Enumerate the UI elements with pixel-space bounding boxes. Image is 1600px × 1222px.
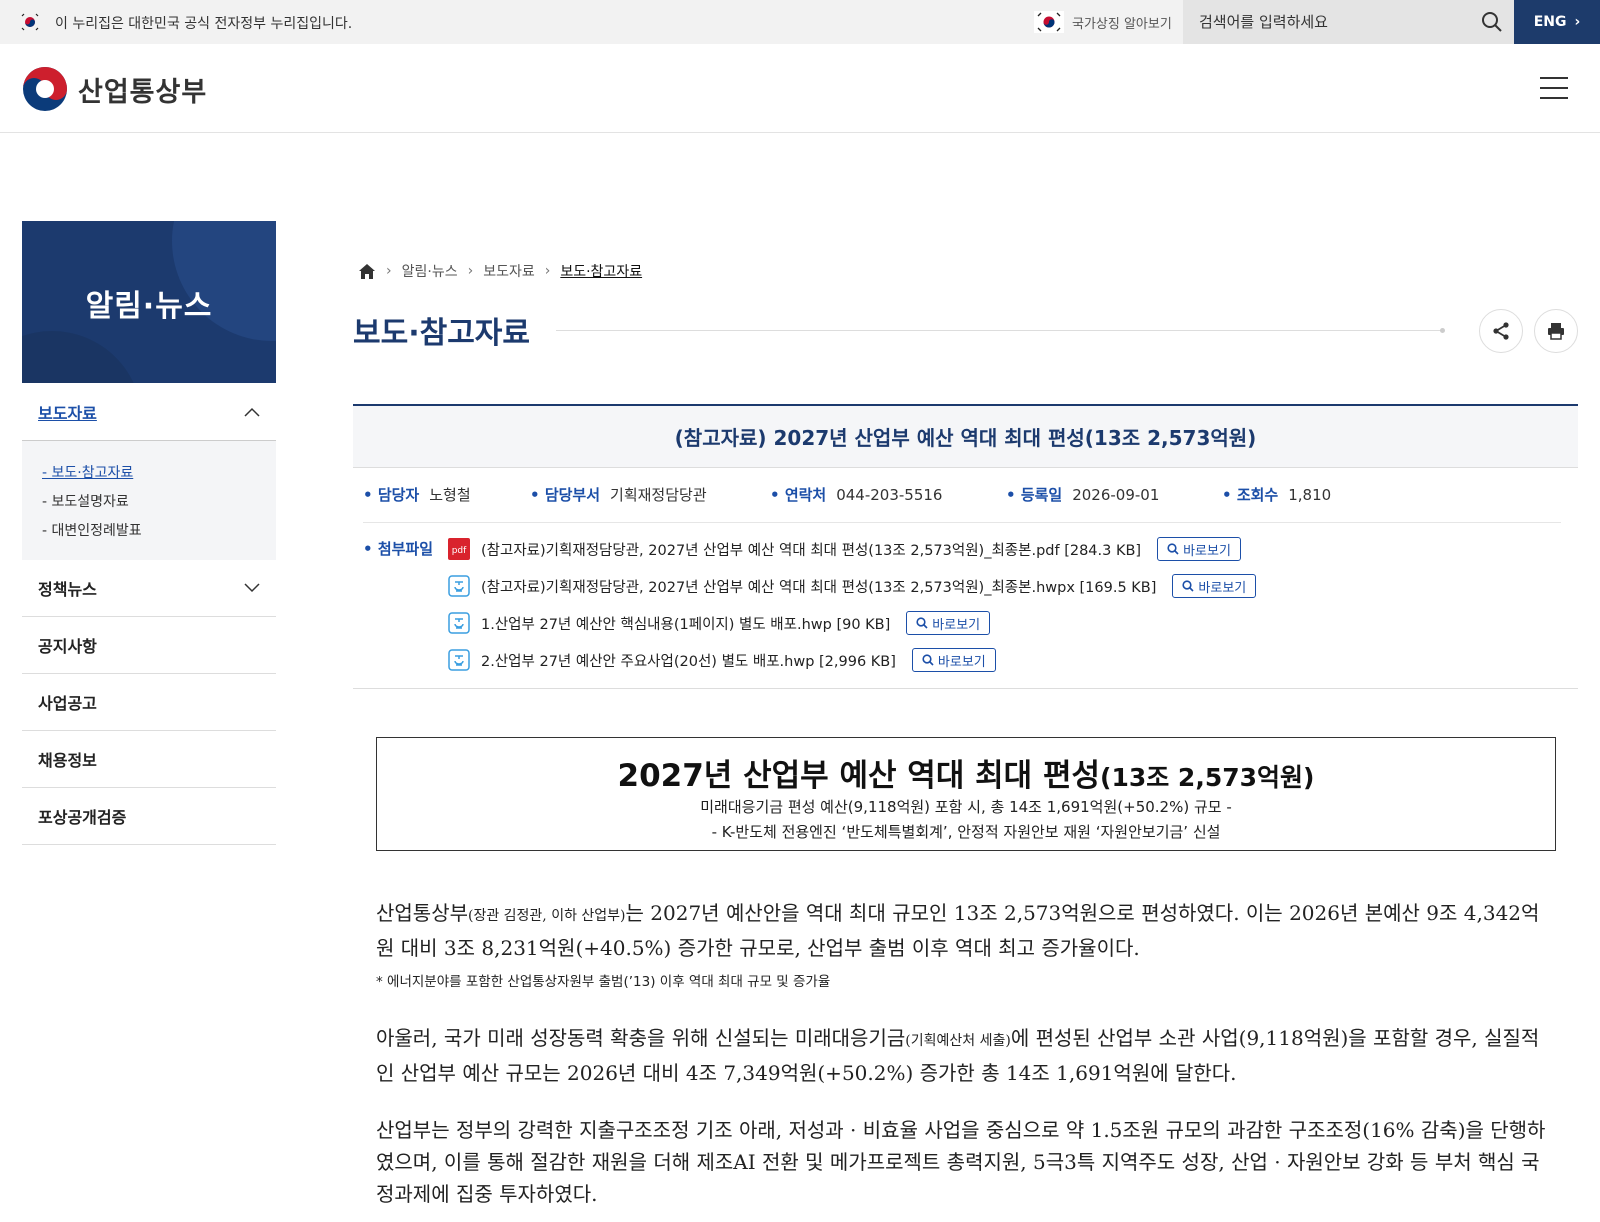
sidebar-item-label: 사업공고 xyxy=(38,694,97,713)
headline-sub1: 미래대응기금 편성 예산(9,118억원) 포함 시, 총 14조 1,691억… xyxy=(700,798,1232,816)
print-icon xyxy=(1548,323,1564,340)
korea-flag-icon xyxy=(21,13,39,31)
meta-contact: • 연락처 044-203-5516 xyxy=(770,486,943,504)
sidebar-title: 알림·뉴스 xyxy=(85,289,213,324)
attachments-label: • 첨부파일 xyxy=(363,540,434,558)
logo-text: 산업통상부 xyxy=(78,76,208,108)
sidebar-item-label: 정책뉴스 xyxy=(38,580,97,599)
body-paragraph-1: 산업통상부(장관 김정관, 이하 산업부)는 2027년 예산안을 역대 최대 … xyxy=(376,901,1540,960)
headline-sub2: - K-반도체 전용엔진 ‘반도체특별회계’, 안정적 자원안보 재원 ‘자원안… xyxy=(711,823,1221,841)
breadcrumb-item[interactable]: 보도자료 xyxy=(483,261,535,281)
eng-label: ENG xyxy=(1533,14,1567,30)
chevron-down-icon xyxy=(244,583,260,593)
eng-button[interactable]: ENG › xyxy=(1514,0,1600,44)
attachment-filename[interactable]: 1.산업부 27년 예산안 핵심내용(1페이지) 별도 배포.hwp [90 K… xyxy=(481,613,890,634)
sidebar-banner: 알림·뉴스 xyxy=(22,221,276,383)
title-divider xyxy=(556,330,1444,331)
body-paragraph-2: 아울러, 국가 미래 성장동력 확충을 위해 신설되는 미래대응기금(기획예산처… xyxy=(376,1026,1540,1085)
breadcrumb: › 알림·뉴스 › 보도자료 › 보도·참고자료 xyxy=(358,261,642,281)
submenu-item-press-reference[interactable]: - 보도·참고자료 xyxy=(42,459,276,488)
share-button[interactable] xyxy=(1479,309,1523,353)
sidebar-item-business-announcements[interactable]: 사업공고 xyxy=(22,674,276,731)
submenu-item-press-explanation[interactable]: - 보도설명자료 xyxy=(42,488,276,517)
article-meta: • 담당자 노형철 • 담당부서 기획재정담당관 • 연락처 044-203-5516… xyxy=(363,484,1563,512)
breadcrumb-item[interactable]: 알림·뉴스 xyxy=(402,261,458,281)
hwp-file-icon xyxy=(448,649,470,671)
hwp-file-icon xyxy=(448,575,470,597)
attachment-item: 1.산업부 27년 예산안 핵심내용(1페이지) 별도 배포.hwp [90 K… xyxy=(448,611,991,635)
sidebar-item-label: 보도자료 xyxy=(38,403,97,423)
gov-topbar: 이 누리집은 대한민국 공식 전자정부 누리집입니다. 국가상징 알아보기 EN… xyxy=(0,0,1600,44)
search-box xyxy=(1183,0,1514,44)
sidebar-item-label: 공지사항 xyxy=(38,637,97,656)
breadcrumb-current[interactable]: 보도·참고자료 xyxy=(560,261,642,281)
headline-box: 2027년 산업부 예산 역대 최대 편성(13조 2,573억원) 미래대응기… xyxy=(376,737,1556,851)
home-icon[interactable] xyxy=(358,263,376,280)
attachment-filename[interactable]: (참고자료)기획재정담당관, 2027년 산업부 예산 역대 최대 편성(13조… xyxy=(481,576,1156,597)
chevron-right-icon: › xyxy=(1574,14,1581,30)
page-title: 보도·참고자료 xyxy=(353,316,530,351)
chevron-right-icon: › xyxy=(467,263,474,279)
ministry-logo[interactable]: 산업통상부 xyxy=(22,66,207,112)
sidebar-menu: 보도자료 - 보도·참고자료 - 보도설명자료 - 대변인정례발표 정책뉴스 공… xyxy=(22,383,276,845)
sidebar-item-policy-news[interactable]: 정책뉴스 xyxy=(22,560,276,617)
gov-banner-text: 이 누리집은 대한민국 공식 전자정부 누리집입니다. xyxy=(55,16,353,32)
attachment-item: pdf (참고자료)기획재정담당관, 2027년 산업부 예산 역대 최대 편성… xyxy=(448,537,1241,561)
chevron-right-icon: › xyxy=(544,263,551,279)
magnifier-icon xyxy=(1182,580,1194,592)
site-header: 산업통상부 xyxy=(0,44,1600,133)
taegeuk-logo-icon xyxy=(23,67,67,111)
search-icon[interactable] xyxy=(1480,10,1504,34)
article-title: (참고자료) 2027년 산업부 예산 역대 최대 편성(13조 2,573억원… xyxy=(353,404,1578,468)
meta-department: • 담당부서 기획재정담당관 xyxy=(530,486,707,504)
sidebar-item-award-verification[interactable]: 포상공개검증 xyxy=(22,788,276,845)
hwp-file-icon xyxy=(448,612,470,634)
share-icon xyxy=(1493,322,1509,340)
sidebar-item-notices[interactable]: 공지사항 xyxy=(22,617,276,674)
magnifier-icon xyxy=(922,654,934,666)
submenu-item-spokesperson-briefing[interactable]: - 대변인정례발표 xyxy=(42,517,276,546)
attachment-filename[interactable]: (참고자료)기획재정담당관, 2027년 산업부 예산 역대 최대 편성(13조… xyxy=(481,539,1141,560)
preview-button[interactable]: 바로보기 xyxy=(906,611,991,635)
preview-button[interactable]: 바로보기 xyxy=(911,648,996,672)
preview-button[interactable]: 바로보기 xyxy=(1172,574,1257,598)
meta-date: • 등록일 2026-09-01 xyxy=(1006,486,1160,504)
magnifier-icon xyxy=(916,617,928,629)
chevron-right-icon: › xyxy=(386,263,392,279)
meta-views: • 조회수 1,810 xyxy=(1222,486,1332,504)
sidebar-item-recruitment[interactable]: 채용정보 xyxy=(22,731,276,788)
pdf-file-icon: pdf xyxy=(448,538,470,560)
sidebar-item-label: 포상공개검증 xyxy=(38,808,127,827)
chevron-up-icon xyxy=(244,407,260,417)
search-input[interactable] xyxy=(1199,0,1459,44)
attachment-item: 2.산업부 27년 예산안 주요사업(20선) 별도 배포.hwp [2,996… xyxy=(448,648,996,672)
attachment-filename[interactable]: 2.산업부 27년 예산안 주요사업(20선) 별도 배포.hwp [2,996… xyxy=(481,650,896,671)
taegeuk-icon xyxy=(1034,11,1064,33)
svg-text:pdf: pdf xyxy=(452,546,467,556)
preview-button[interactable]: 바로보기 xyxy=(1157,537,1241,561)
print-button[interactable] xyxy=(1534,309,1578,353)
sidebar-submenu: - 보도·참고자료 - 보도설명자료 - 대변인정례발표 xyxy=(22,441,276,560)
body-paragraph-3: 산업부는 정부의 강력한 지출구조조정 기조 아래, 저성과 · 비효율 사업을… xyxy=(376,1118,1546,1206)
magnifier-icon xyxy=(1167,543,1179,555)
footnote: * 에너지분야를 포함한 산업통상자원부 출범(’13) 이후 역대 최대 규모… xyxy=(376,974,831,990)
attachment-item: (참고자료)기획재정담당관, 2027년 산업부 예산 역대 최대 편성(13조… xyxy=(448,574,1257,598)
meta-manager: • 담당자 노형철 xyxy=(363,486,471,504)
sidebar-item-press-release[interactable]: 보도자료 xyxy=(22,383,276,441)
national-symbol-label: 국가상징 알아보기 xyxy=(1072,16,1172,32)
headline: 2027년 산업부 예산 역대 최대 편성(13조 2,573억원) xyxy=(617,758,1315,794)
menu-hamburger-icon[interactable] xyxy=(1540,77,1568,99)
national-symbol-link[interactable]: 국가상징 알아보기 xyxy=(1034,6,1172,38)
sidebar-item-label: 채용정보 xyxy=(38,751,97,770)
